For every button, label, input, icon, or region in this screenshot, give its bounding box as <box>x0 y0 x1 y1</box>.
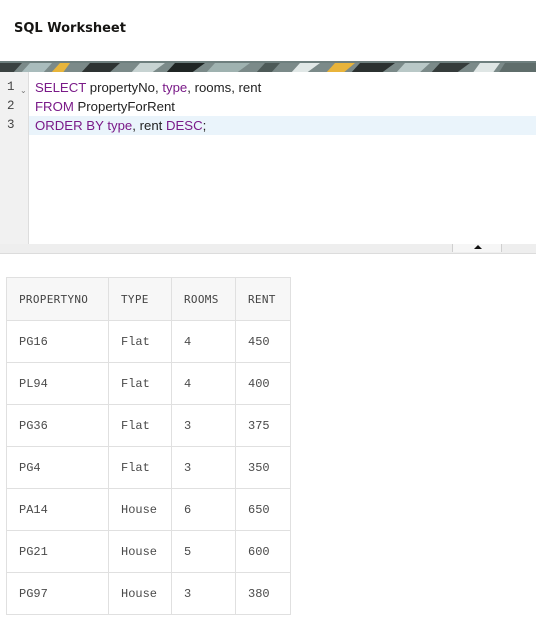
cell-rent: 450 <box>235 320 291 363</box>
cell-type: Flat <box>108 446 172 489</box>
cell-propertyno: PG97 <box>6 572 109 615</box>
cell-type: Flat <box>108 404 172 447</box>
table-body: PG16 Flat 4 450 PL94 Flat 4 400 PG36 Flat 3 375 PG4 F… <box>6 320 291 615</box>
sql-text: PropertyForRent <box>73 99 175 114</box>
table-row: PG36 Flat 3 375 <box>6 404 291 447</box>
table-row: PL94 Flat 4 400 <box>6 362 291 405</box>
table-row: PA14 House 6 650 <box>6 488 291 531</box>
column-header-propertyno[interactable]: PROPERTYNO <box>6 277 109 321</box>
sql-keyword: DESC <box>165 118 203 133</box>
cell-propertyno: PA14 <box>6 488 109 531</box>
cell-propertyno: PG21 <box>6 530 109 573</box>
code-line[interactable]: SELECT propertyNo, type, rooms, rent <box>29 78 536 97</box>
cell-type: Flat <box>108 320 172 363</box>
sql-keyword: SELECT <box>35 80 87 95</box>
collapse-up-icon <box>474 245 482 249</box>
cell-rooms: 4 <box>171 320 236 363</box>
cell-rent: 375 <box>235 404 291 447</box>
cell-rooms: 3 <box>171 572 236 615</box>
sql-keyword: ORDER BY <box>35 118 104 133</box>
sql-keyword: type <box>107 118 133 133</box>
cell-propertyno: PG36 <box>6 404 109 447</box>
pane-splitter[interactable] <box>0 244 536 254</box>
sql-text: , rooms, rent <box>187 80 262 95</box>
fold-chevron-icon[interactable]: ⌄ <box>20 81 27 100</box>
cell-rent: 400 <box>235 362 291 405</box>
table-row: PG21 House 5 600 <box>6 530 291 573</box>
code-line[interactable]: ORDER BY type, rent DESC; <box>29 116 536 135</box>
sql-keyword: type <box>162 80 188 95</box>
cell-rent: 350 <box>235 446 291 489</box>
line-number-gutter: 1 ⌄ 2 3 <box>0 72 29 244</box>
splitter-handle[interactable] <box>452 244 502 252</box>
cell-rooms: 6 <box>171 488 236 531</box>
line-number: 2 <box>7 99 15 113</box>
column-header-rooms[interactable]: ROOMS <box>171 277 236 321</box>
banner-pattern <box>0 63 536 72</box>
line-number: 1 <box>7 80 15 94</box>
column-header-rent[interactable]: RENT <box>235 277 291 321</box>
code-line[interactable]: FROM PropertyForRent <box>29 97 536 116</box>
cell-rent: 380 <box>235 572 291 615</box>
table-row: PG16 Flat 4 450 <box>6 320 291 363</box>
cell-rent: 600 <box>235 530 291 573</box>
cell-propertyno: PL94 <box>6 362 109 405</box>
cell-type: House <box>108 530 172 573</box>
cell-type: Flat <box>108 362 172 405</box>
cell-type: House <box>108 488 172 531</box>
sql-text: propertyNo, <box>86 80 163 95</box>
cell-type: House <box>108 572 172 615</box>
cell-propertyno: PG16 <box>6 320 109 363</box>
cell-rooms: 3 <box>171 404 236 447</box>
cell-rooms: 3 <box>171 446 236 489</box>
sql-text: ; <box>202 118 207 133</box>
table-row: PG97 House 3 380 <box>6 572 291 615</box>
worksheet-header: SQL Worksheet <box>0 0 536 61</box>
table-header-row: PROPERTYNO TYPE ROOMS RENT <box>6 277 291 321</box>
results-table: PROPERTYNO TYPE ROOMS RENT PG16 Flat 4 450 PL94… <box>6 277 291 615</box>
sql-keyword: FROM <box>35 99 74 114</box>
cell-propertyno: PG4 <box>6 446 109 489</box>
cell-rent: 650 <box>235 488 291 531</box>
page-title: SQL Worksheet <box>14 21 126 36</box>
line-number: 3 <box>7 118 15 132</box>
sql-text: , rent <box>132 118 166 133</box>
decorative-banner <box>0 61 536 72</box>
cell-rooms: 4 <box>171 362 236 405</box>
column-header-type[interactable]: TYPE <box>108 277 172 321</box>
cell-rooms: 5 <box>171 530 236 573</box>
sql-editor[interactable]: 1 ⌄ 2 3 SELECT propertyNo, type, rooms, ren… <box>0 72 536 245</box>
table-row: PG4 Flat 3 350 <box>6 446 291 489</box>
